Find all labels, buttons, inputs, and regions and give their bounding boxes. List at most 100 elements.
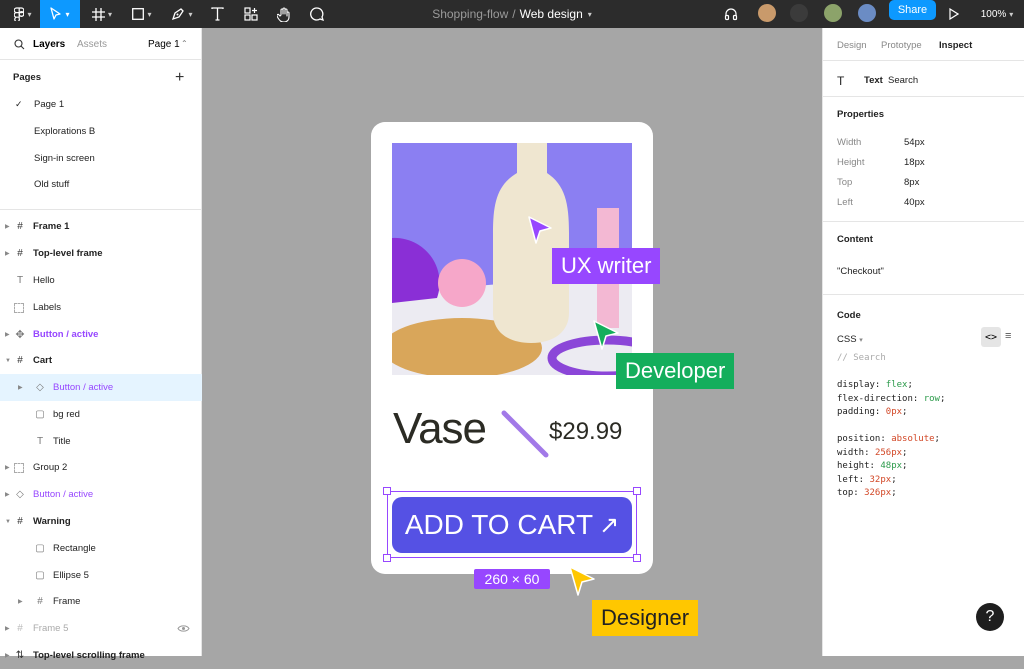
resize-handle[interactable]: [633, 554, 641, 562]
layer-row[interactable]: ▢ Rectangle: [0, 535, 202, 562]
caret-right-icon[interactable]: ▶: [5, 464, 10, 471]
frame-icon: #: [37, 596, 43, 607]
layer-label: Cart: [33, 355, 53, 366]
frame-icon: #: [17, 355, 23, 366]
code-language-select[interactable]: CSS ▾: [837, 334, 863, 345]
caret-right-icon[interactable]: ▶: [5, 223, 10, 230]
tab-layers[interactable]: Layers: [33, 39, 65, 50]
page-item[interactable]: Explorations B: [0, 118, 202, 145]
layer-label: Ellipse 5: [53, 570, 89, 581]
caret-right-icon[interactable]: ▶: [5, 250, 10, 257]
layer-row-hidden[interactable]: ▶ # Frame 5: [0, 615, 202, 642]
prop-label: Left: [837, 197, 853, 208]
prop-value[interactable]: 18px: [904, 157, 925, 168]
page-item[interactable]: Old stuff: [0, 171, 202, 198]
search-icon[interactable]: [14, 39, 25, 50]
layer-row[interactable]: ▶ ✥ Button / active: [0, 321, 202, 348]
layers-panel: Layers Assets Page 1 ⌃ Pages + ✓ Page 1 …: [0, 28, 202, 661]
resize-handle[interactable]: [383, 487, 391, 495]
pages-heading: Pages: [13, 72, 41, 83]
group-icon: [14, 462, 24, 473]
eye-icon[interactable]: [177, 624, 190, 633]
avatar[interactable]: [756, 2, 778, 24]
designer-cursor-label: Designer: [592, 600, 699, 636]
code-language: CSS: [837, 334, 857, 345]
prop-value[interactable]: 40px: [904, 197, 925, 208]
product-title[interactable]: Vase: [393, 404, 487, 454]
frame-icon: #: [17, 221, 23, 232]
page-item[interactable]: ✓ Page 1: [0, 91, 202, 118]
text-icon: T: [36, 436, 44, 447]
prop-value[interactable]: 54px: [904, 137, 925, 148]
caret-right-icon[interactable]: ▶: [5, 625, 10, 632]
layer-row[interactable]: ▶ ◇ Button / active: [0, 481, 202, 508]
avatar[interactable]: [822, 2, 844, 24]
product-price[interactable]: $29.99: [549, 418, 622, 446]
layer-row[interactable]: T Title: [0, 428, 202, 455]
page-item[interactable]: Sign-in screen: [0, 145, 202, 172]
ux-writer-cursor-label: UX writer: [552, 248, 661, 284]
selection-dimensions: 260 × 60: [474, 569, 550, 589]
slash-divider-icon: [501, 410, 549, 458]
layer-type: Text: [864, 75, 883, 86]
play-icon: [949, 8, 959, 20]
component-icon: ✥: [15, 329, 25, 341]
tab-prototype[interactable]: Prototype: [881, 40, 922, 51]
layer-row[interactable]: ▶ Group 2: [0, 454, 202, 481]
layer-row[interactable]: ▶ # Frame 1: [0, 213, 202, 240]
layer-label: Hello: [33, 275, 55, 286]
layer-name: Search: [888, 75, 919, 86]
project-name[interactable]: Shopping-flow: [432, 7, 508, 21]
section-icon: [14, 302, 24, 313]
layer-row-selected[interactable]: ▶ ◇ Button / active: [0, 374, 202, 401]
audio-button[interactable]: [720, 0, 742, 28]
chevron-up-icon[interactable]: ⌃: [181, 39, 188, 48]
help-button[interactable]: ?: [976, 603, 1004, 631]
layer-row[interactable]: ▢ bg red: [0, 401, 202, 428]
caret-right-icon[interactable]: ▶: [5, 331, 10, 338]
file-name[interactable]: Web design: [520, 7, 583, 21]
content-value[interactable]: "Checkout": [837, 266, 884, 277]
tab-design[interactable]: Design: [837, 40, 867, 51]
cursor-pointer-icon: [528, 216, 552, 244]
caret-down-icon[interactable]: ▼: [5, 519, 11, 525]
layer-row[interactable]: ▼ # Cart: [0, 347, 202, 374]
css-code-block[interactable]: display: flex; flex-direction: row; padd…: [837, 379, 945, 501]
present-button[interactable]: [946, 0, 962, 28]
resize-handle[interactable]: [383, 554, 391, 562]
page-selector[interactable]: Page 1: [148, 39, 180, 50]
layer-row[interactable]: ▢ Ellipse 5: [0, 562, 202, 589]
rectangle-icon: ▢: [35, 409, 45, 420]
caret-right-icon[interactable]: ▶: [18, 598, 23, 605]
instance-icon: ◇: [16, 489, 24, 500]
tab-inspect[interactable]: Inspect: [939, 40, 972, 51]
add-page-icon[interactable]: +: [175, 69, 184, 87]
caret-right-icon[interactable]: ▶: [18, 384, 23, 391]
layer-label: Top-level frame: [33, 248, 103, 259]
layer-label: Frame 1: [33, 221, 70, 232]
code-view-icon[interactable]: <>: [981, 327, 1001, 347]
divider: [823, 60, 1024, 61]
avatar[interactable]: [856, 2, 878, 24]
divider: [823, 294, 1024, 295]
layer-row[interactable]: ▼ # Warning: [0, 508, 202, 535]
prop-value[interactable]: 8px: [904, 177, 919, 188]
layer-row[interactable]: Labels: [0, 294, 202, 321]
caret-right-icon[interactable]: ▶: [5, 491, 10, 498]
cursor-pointer-icon: [593, 320, 619, 350]
layer-row[interactable]: ▶ # Frame: [0, 588, 202, 615]
avatar[interactable]: [788, 2, 810, 24]
resize-handle[interactable]: [633, 487, 641, 495]
zoom-menu[interactable]: 100% ▾: [974, 0, 1020, 28]
tab-assets[interactable]: Assets: [77, 39, 107, 50]
share-button[interactable]: Share: [889, 0, 936, 20]
selection-box[interactable]: [387, 491, 637, 558]
caret-down-icon[interactable]: ▼: [5, 358, 11, 364]
list-view-icon[interactable]: ≡: [1005, 330, 1011, 342]
layer-row[interactable]: ▶ # Top-level frame: [0, 240, 202, 267]
layer-row[interactable]: T Hello: [0, 267, 202, 294]
layer-label: Labels: [33, 302, 61, 313]
cursor-pointer-icon: [569, 566, 595, 596]
layer-label: Warning: [33, 516, 71, 527]
left-panel-tabs: Layers Assets Page 1 ⌃: [0, 28, 202, 60]
